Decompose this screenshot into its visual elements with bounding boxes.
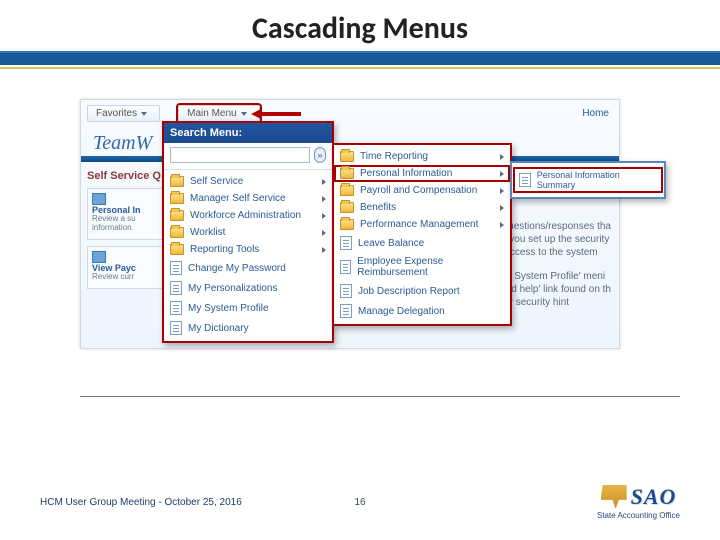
menu-list-2: Time Reporting Personal Information Payr… (334, 145, 510, 324)
folder-icon (170, 244, 184, 255)
menu-item-my-dictionary[interactable]: My Dictionary (164, 318, 332, 338)
document-icon (170, 301, 182, 315)
title-separator (0, 67, 720, 69)
menu-item-personalizations[interactable]: My Personalizations (164, 278, 332, 298)
folder-icon (170, 176, 184, 187)
search-row: » (164, 143, 332, 170)
menu-item-expense-reimbursement[interactable]: Employee Expense Reimbursement (334, 253, 510, 281)
sao-logo-text: SAO (631, 484, 677, 510)
chevron-down-icon (141, 112, 147, 116)
folder-icon (170, 193, 184, 204)
main-menu-dropdown: Search Menu: » Self Service Manager Self… (162, 121, 334, 343)
personal-info-submenu: Personal Information Summary (510, 161, 666, 199)
menu-item-manager-self-service[interactable]: Manager Self Service (164, 190, 332, 207)
tile-desc: Review curr (92, 273, 160, 282)
chevron-right-icon (322, 179, 326, 185)
folder-icon (340, 168, 354, 179)
sao-logo-subtitle: State Accounting Office (597, 511, 680, 520)
menu-item-change-password[interactable]: Change My Password (164, 258, 332, 278)
document-icon (170, 321, 182, 335)
menu-item-payroll-compensation[interactable]: Payroll and Compensation (334, 182, 510, 199)
document-icon (340, 284, 352, 298)
self-service-submenu: Time Reporting Personal Information Payr… (332, 143, 512, 326)
chevron-right-icon (322, 196, 326, 202)
nav-bar: Favorites Main Menu (87, 105, 260, 122)
document-icon (519, 173, 531, 187)
document-icon (340, 236, 352, 250)
document-icon (340, 260, 351, 274)
folder-icon (170, 227, 184, 238)
main-menu-button[interactable]: Main Menu (178, 105, 259, 122)
tile-personal-info[interactable]: Personal In Review a su information. (87, 188, 165, 240)
chevron-right-icon (500, 205, 504, 211)
chevron-right-icon (322, 213, 326, 219)
menu-list-1: Self Service Manager Self Service Workfo… (164, 170, 332, 341)
folder-icon (340, 202, 354, 213)
callout-arrow (251, 109, 301, 119)
tile-icon (92, 251, 106, 263)
chevron-right-icon (500, 222, 504, 228)
search-go-button[interactable]: » (314, 147, 326, 163)
footer-text: HCM User Group Meeting - October 25, 201… (40, 497, 242, 508)
menu-item-self-service[interactable]: Self Service (164, 173, 332, 190)
menu-list-3: Personal Information Summary (512, 163, 664, 197)
document-icon (340, 304, 352, 318)
teamworks-logo: TeamW (93, 132, 152, 155)
menu-item-workforce-admin[interactable]: Workforce Administration (164, 207, 332, 224)
tile-icon (92, 193, 106, 205)
content-area: Favorites Main Menu Home TeamW Self Serv… (80, 99, 680, 379)
menu-item-job-description[interactable]: Job Description Report (334, 281, 510, 301)
folder-icon (340, 151, 354, 162)
sao-logo: SAO State Accounting Office (597, 484, 680, 520)
title-bar (0, 51, 720, 65)
home-link[interactable]: Home (582, 108, 609, 119)
page-number: 16 (354, 497, 365, 508)
tile-desc: Review a su information. (92, 215, 160, 233)
slide-title: Cascading Menus (0, 0, 720, 51)
chevron-right-icon (500, 188, 504, 194)
section-heading: Self Service Q (87, 170, 161, 182)
menu-item-reporting-tools[interactable]: Reporting Tools (164, 241, 332, 258)
chevron-right-icon (322, 247, 326, 253)
folder-icon (170, 210, 184, 221)
menu-item-system-profile[interactable]: My System Profile (164, 298, 332, 318)
content-underline (80, 396, 680, 397)
menu-item-personal-information[interactable]: Personal Information (334, 165, 510, 182)
menu-item-time-reporting[interactable]: Time Reporting (334, 148, 510, 165)
search-menu-header: Search Menu: (164, 123, 332, 143)
tile-view-paycheck[interactable]: View Payc Review curr (87, 246, 165, 289)
menu-item-performance-mgmt[interactable]: Performance Management (334, 216, 510, 233)
menu-item-worklist[interactable]: Worklist (164, 224, 332, 241)
menu-item-benefits[interactable]: Benefits (334, 199, 510, 216)
document-icon (170, 281, 182, 295)
chevron-right-icon (500, 171, 504, 177)
menu-item-leave-balance[interactable]: Leave Balance (334, 233, 510, 253)
chevron-right-icon (322, 230, 326, 236)
main-menu-label: Main Menu (187, 108, 236, 119)
menu-item-personal-info-summary[interactable]: Personal Information Summary (513, 167, 663, 193)
favorites-menu-button[interactable]: Favorites (87, 105, 160, 122)
document-icon (170, 261, 182, 275)
chevron-down-icon (241, 112, 247, 116)
georgia-map-icon (601, 485, 627, 509)
menu-item-manage-delegation[interactable]: Manage Delegation (334, 301, 510, 321)
folder-icon (340, 219, 354, 230)
chevron-right-icon (500, 154, 504, 160)
slide-footer: HCM User Group Meeting - October 25, 201… (40, 484, 680, 520)
favorites-label: Favorites (96, 108, 137, 119)
folder-icon (340, 185, 354, 196)
search-menu-input[interactable] (170, 147, 310, 163)
